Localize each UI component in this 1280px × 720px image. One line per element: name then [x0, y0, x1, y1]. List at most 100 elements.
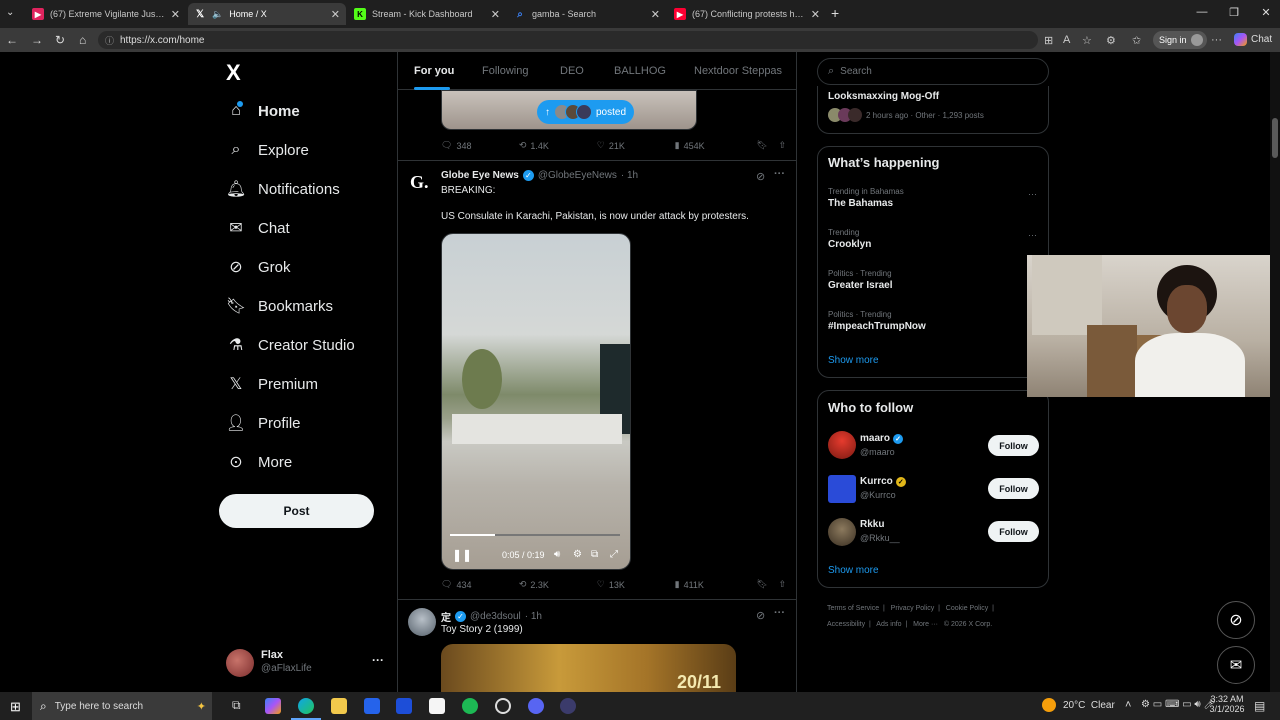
tab-list-icon[interactable]: ⌄	[6, 7, 14, 18]
sidebar-item-grok[interactable]: ⊘ Grok	[226, 257, 290, 277]
post-more-icon[interactable]: ···	[774, 168, 785, 180]
repost-button[interactable]: ⟲ 2.3K	[519, 579, 597, 590]
avatar[interactable]	[828, 431, 856, 459]
notification-center-icon[interactable]: ▤	[1254, 699, 1265, 713]
url-field[interactable]: ⓘ https://x.com/home	[98, 31, 1038, 49]
browser-tab-3[interactable]: K Stream - Kick Dashboard ✕	[348, 3, 506, 25]
x-logo[interactable]: X	[226, 60, 241, 86]
trend-item[interactable]: Trending in Bahamas The Bahamas ···	[828, 187, 1040, 209]
author-name[interactable]: 定	[441, 609, 451, 624]
notepad-icon[interactable]	[429, 698, 445, 714]
close-tab-icon[interactable]: ✕	[491, 8, 500, 21]
sign-in-button[interactable]: Sign in	[1153, 31, 1207, 49]
browser-tab-5[interactable]: ▶ (67) Conflicting protests happen a ✕	[668, 3, 826, 25]
sidebar-item-chat[interactable]: ✉ Chat	[226, 218, 289, 238]
tab-for-you[interactable]: For you	[414, 65, 454, 77]
author-handle[interactable]: @de3dsoul	[470, 611, 521, 622]
discord-icon[interactable]	[528, 698, 544, 714]
pip-icon[interactable]: ⧉	[591, 549, 598, 560]
follow-button[interactable]: Follow	[988, 478, 1039, 499]
read-aloud-icon[interactable]: A	[1063, 34, 1070, 46]
reply-button[interactable]: 🗨︎ 348	[441, 140, 519, 151]
tray-icons[interactable]: ⚙ ▭ ⌨ ▭ 🔊︎ 🎤︎	[1141, 699, 1216, 710]
browser-tab-4[interactable]: ⌕ gamba - Search ✕	[508, 3, 666, 25]
scrollbar-thumb[interactable]	[1272, 118, 1278, 158]
suggested-user[interactable]: maaro ✓	[860, 433, 904, 444]
tab-nextdoor-steppas[interactable]: Nextdoor Steppas	[694, 65, 782, 77]
trend-more-icon[interactable]: ···	[1028, 189, 1037, 199]
sidebar-item-notifications[interactable]: 🔔︎ Notifications	[226, 179, 340, 199]
footer-link[interactable]: Ads info	[876, 621, 901, 628]
avatar[interactable]	[828, 475, 856, 503]
author-avatar[interactable]	[408, 608, 436, 636]
footer-link[interactable]: Accessibility	[827, 621, 865, 628]
footer-link[interactable]: More ···	[913, 621, 938, 628]
bookmark-button[interactable]: 🔖︎	[757, 140, 779, 151]
clock[interactable]: 3:32 AM 3/1/2026	[1208, 694, 1246, 714]
footer-link[interactable]: Privacy Policy	[891, 605, 935, 612]
messages-float-icon[interactable]: ✉	[1217, 646, 1255, 684]
file-explorer-icon[interactable]	[331, 698, 347, 714]
store-icon[interactable]	[364, 698, 380, 714]
repost-button[interactable]: ⟲ 1.4K	[519, 140, 597, 151]
favorites-icon[interactable]: ✩	[1132, 34, 1141, 47]
tray-chevron-icon[interactable]: ˄	[1125, 699, 1131, 711]
task-view-icon[interactable]: ⧉	[232, 698, 241, 713]
sidebar-item-explore[interactable]: ⌕ Explore	[226, 140, 309, 160]
footer-link[interactable]: Terms of Service	[827, 605, 879, 612]
suggested-user[interactable]: Kurrco ✓	[860, 476, 906, 487]
copilot-chat-button[interactable]: Chat	[1234, 33, 1272, 46]
views-button[interactable]: ▮ 454K	[675, 140, 757, 151]
tab-ballhog[interactable]: BALLHOG	[614, 65, 666, 77]
reply-button[interactable]: 🗨︎ 434	[441, 579, 519, 590]
home-browser-icon[interactable]: ⌂	[79, 33, 86, 47]
obs-icon[interactable]	[495, 698, 511, 714]
minimize-icon[interactable]: —	[1192, 6, 1212, 18]
account-switcher[interactable]: Flax @aFlaxLife ···	[226, 647, 386, 681]
weather-text[interactable]: 20°C Clear	[1063, 700, 1115, 711]
edge-taskbar-icon[interactable]	[298, 698, 314, 714]
new-posts-pill[interactable]: ↑ posted	[537, 100, 635, 124]
sidebar-item-more[interactable]: ⊙ More	[226, 452, 292, 472]
post-more-icon[interactable]: ···	[774, 607, 785, 619]
trend-item[interactable]: Politics · Trending #ImpeachTrumpNow	[828, 310, 1028, 332]
sidebar-item-premium[interactable]: 𝕏 Premium	[226, 374, 318, 394]
close-tab-icon[interactable]: ✕	[651, 8, 660, 21]
author-name[interactable]: Globe Eye News	[441, 170, 519, 181]
views-button[interactable]: ▮ 411K	[675, 579, 757, 590]
video-player[interactable]: ❚❚ 0:05 / 0:19 🔊︎ ⚙ ⧉ ⤢	[441, 233, 631, 570]
grok-explain-icon[interactable]: ⊘	[756, 170, 765, 183]
globe-eye-avatar[interactable]: G.	[410, 172, 430, 192]
trend-more-icon[interactable]: ···	[1028, 230, 1037, 240]
refresh-icon[interactable]: ↻	[55, 33, 65, 47]
restore-icon[interactable]: ❐	[1224, 6, 1244, 19]
sidebar-item-creator-studio[interactable]: ⚗ Creator Studio	[226, 335, 355, 355]
copilot-taskbar-icon[interactable]	[265, 698, 281, 714]
browser-tab-1[interactable]: ▶ (67) Extreme Vigilante Justice in H ✕	[26, 3, 186, 25]
post-video[interactable]: 20/11	[441, 644, 736, 692]
close-tab-icon[interactable]: ✕	[171, 8, 180, 21]
pause-icon[interactable]: ❚❚	[452, 548, 472, 562]
tab-following[interactable]: Following	[482, 65, 528, 77]
tab-deo[interactable]: DEO	[560, 65, 584, 77]
volume-icon[interactable]: 🔊︎	[554, 549, 560, 560]
app-icon[interactable]: ⊞	[1044, 34, 1053, 47]
more-browser-icon[interactable]: ···	[1211, 34, 1222, 46]
sidebar-item-profile[interactable]: 👤︎ Profile	[226, 413, 301, 433]
close-window-icon[interactable]: ✕	[1256, 6, 1276, 19]
author-handle[interactable]: @GlobeEyeNews	[538, 170, 617, 181]
close-tab-icon[interactable]: ✕	[331, 8, 340, 21]
search-input[interactable]: ⌕ Search	[817, 58, 1049, 85]
post-time[interactable]: · 1h	[621, 170, 638, 181]
share-button[interactable]: ⇧	[778, 579, 786, 590]
trend-item[interactable]: Trending Crooklyn ···	[828, 228, 1040, 250]
spotify-icon[interactable]	[462, 698, 478, 714]
like-button[interactable]: ♡ 21K	[597, 140, 675, 151]
follow-button[interactable]: Follow	[988, 521, 1039, 542]
page-scrollbar[interactable]	[1270, 52, 1280, 692]
show-more-link[interactable]: Show more	[828, 355, 879, 366]
outlook-icon[interactable]	[396, 698, 412, 714]
live-event-card[interactable]: Looksmaxxing Mog-Off 2 hours ago · Other…	[817, 86, 1049, 134]
app-icon[interactable]	[560, 698, 576, 714]
favorite-star-icon[interactable]: ☆	[1082, 34, 1092, 47]
